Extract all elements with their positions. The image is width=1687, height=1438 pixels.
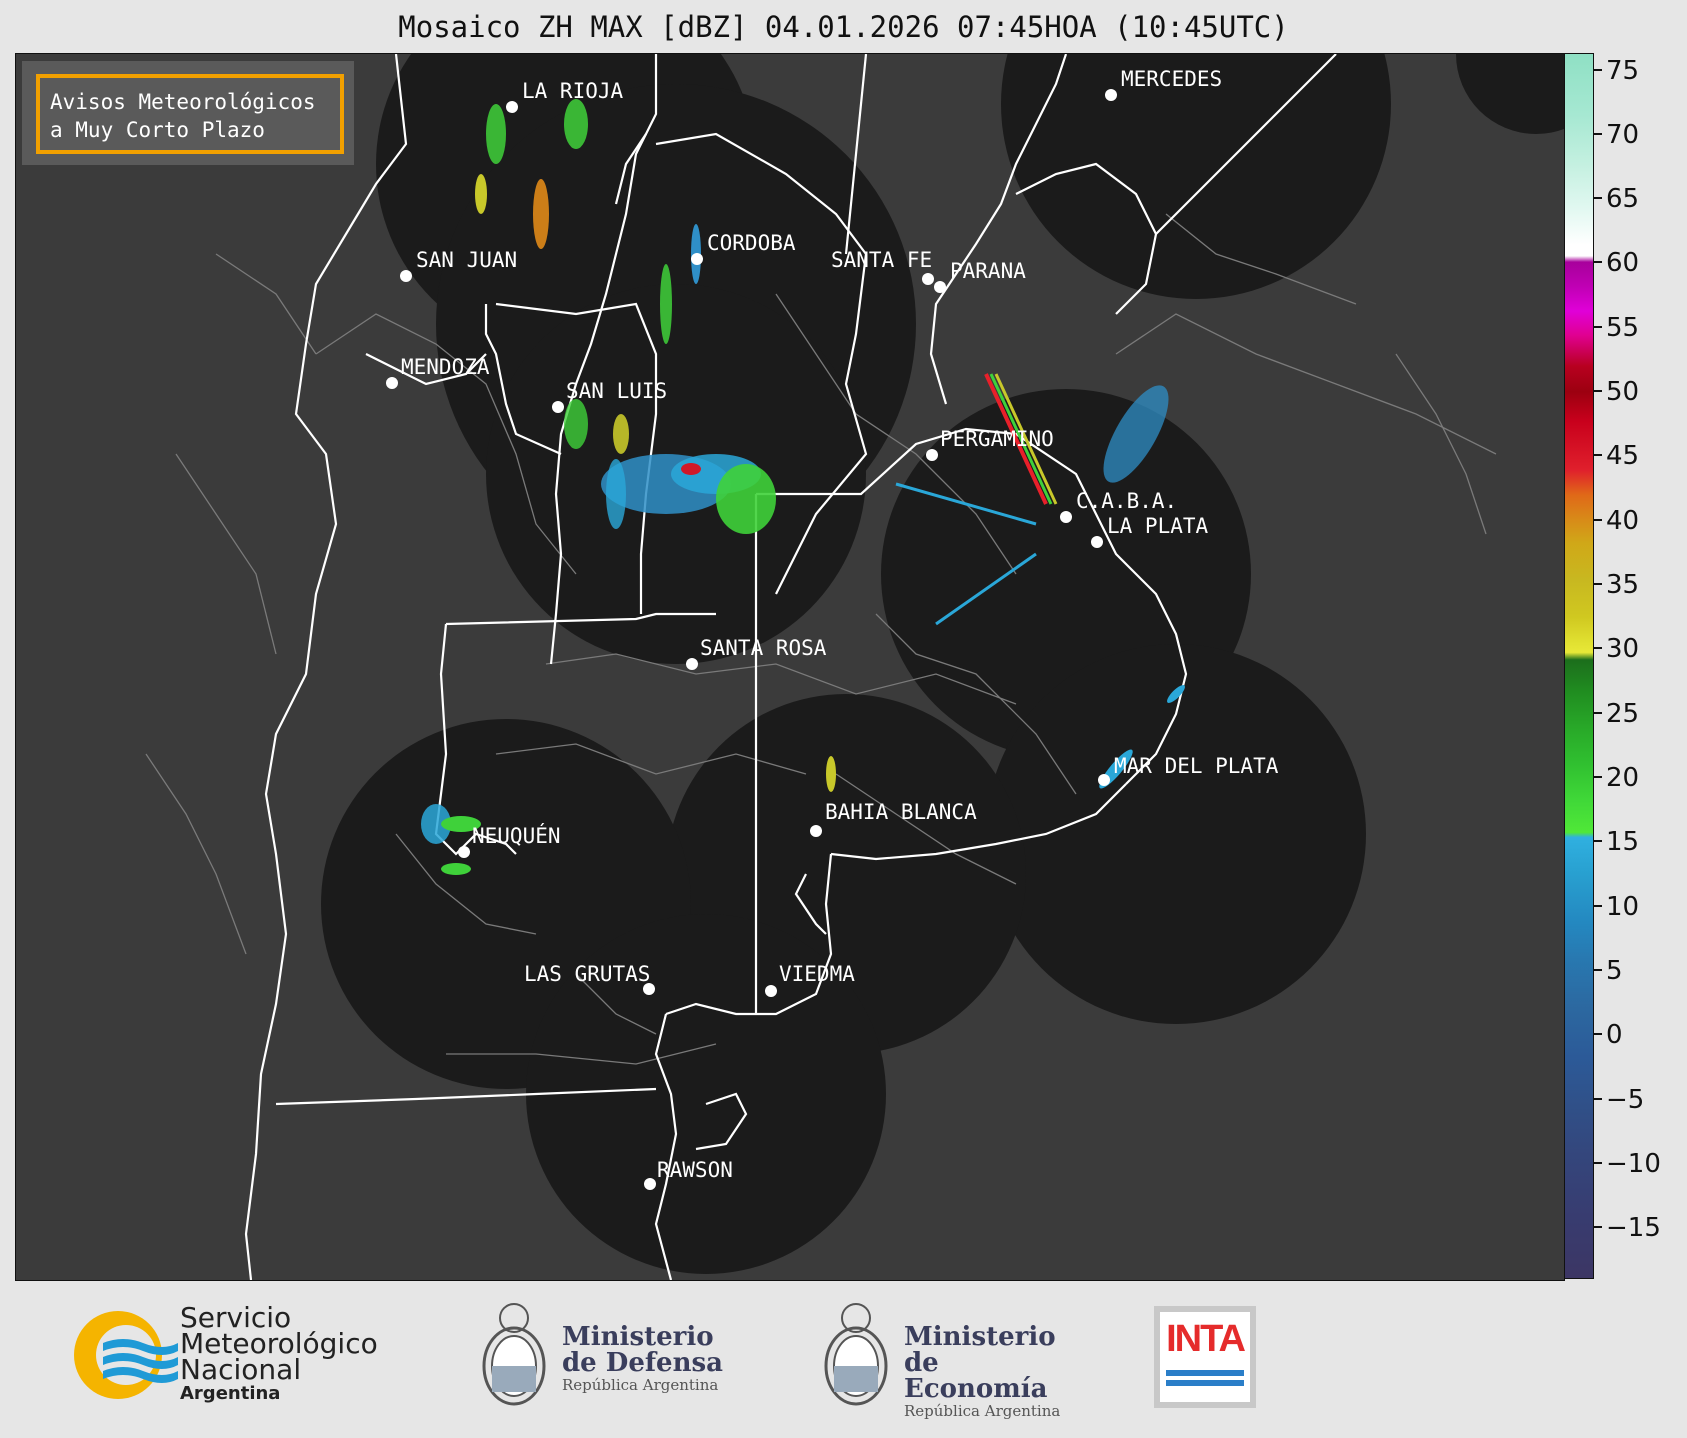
colorbar-tick <box>1594 326 1602 328</box>
colorbar-tick-label: −15 <box>1606 1213 1661 1243</box>
city-label: PERGAMINO <box>940 427 1054 451</box>
alert-badge: Avisos Meteorológicos a Muy Corto Plazo <box>22 61 354 165</box>
city-marker[interactable] <box>552 401 564 413</box>
colorbar-tick-label: 75 <box>1606 56 1640 86</box>
alert-badge-text: Avisos Meteorológicos a Muy Corto Plazo <box>50 88 316 144</box>
defensa-line2: de Defensa <box>562 1348 723 1378</box>
colorbar-tick <box>1594 1098 1602 1100</box>
smn-emblem-icon <box>74 1311 178 1399</box>
colorbar <box>1564 53 1594 1279</box>
colorbar-tick-label: 35 <box>1606 570 1640 600</box>
defensa-line1: Ministerio <box>562 1322 714 1352</box>
alert-badge-line2: a Muy Corto Plazo <box>50 118 265 142</box>
colorbar-tick <box>1594 583 1602 585</box>
smn-logo: Servicio Meteorológico Nacional Argentin… <box>68 1304 388 1405</box>
city-label: NEUQUÉN <box>472 824 561 848</box>
economia-line1: Ministerio <box>904 1322 1056 1352</box>
colorbar-tick <box>1594 776 1602 778</box>
colorbar-tick <box>1594 1033 1602 1035</box>
colorbar-tick-label: 60 <box>1606 248 1640 278</box>
city-marker[interactable] <box>765 985 777 997</box>
radar-coverage <box>321 54 1564 1274</box>
national-shield-icon <box>482 1303 546 1406</box>
city-label: SANTA ROSA <box>700 636 827 660</box>
economia-line2: de Economía <box>904 1348 1048 1404</box>
colorbar-tick-label: 70 <box>1606 120 1640 150</box>
city-label: LAS GRUTAS <box>524 962 651 986</box>
city-marker[interactable] <box>386 377 398 389</box>
colorbar-tick <box>1594 969 1602 971</box>
city-marker[interactable] <box>1098 774 1110 786</box>
city-marker[interactable] <box>686 658 698 670</box>
inta-logo: INTA <box>1154 1306 1256 1408</box>
colorbar-tick <box>1594 840 1602 842</box>
colorbar-tick-label: 50 <box>1606 377 1640 407</box>
city-label: LA PLATA <box>1107 514 1209 538</box>
colorbar-tick-label: 45 <box>1606 441 1640 471</box>
city-marker[interactable] <box>458 846 470 858</box>
colorbar-tick-label: 0 <box>1606 1020 1623 1050</box>
map-title: Mosaico ZH MAX [dBZ] 04.01.2026 07:45HOA… <box>398 10 1289 44</box>
economia-country: República Argentina <box>904 1402 1061 1420</box>
radar-map[interactable]: LA RIOJA MERCEDES SAN JUAN CORDOBA SANTA… <box>15 53 1565 1281</box>
city-marker[interactable] <box>1091 536 1103 548</box>
colorbar-tick-label: 10 <box>1606 892 1640 922</box>
economia-logo: Ministerio de Economía República Argenti… <box>820 1296 1080 1420</box>
colorbar-tick-label: 55 <box>1606 313 1640 343</box>
colorbar-tick-label: −10 <box>1606 1149 1661 1179</box>
city-label: CORDOBA <box>707 231 796 255</box>
city-marker[interactable] <box>1105 89 1117 101</box>
colorbar-tick-label: 20 <box>1606 763 1640 793</box>
alert-badge-line1: Avisos Meteorológicos <box>50 90 316 114</box>
smn-country: Argentina <box>180 1383 281 1404</box>
colorbar-tick <box>1594 197 1602 199</box>
alert-badge-frame: Avisos Meteorológicos a Muy Corto Plazo <box>36 74 344 154</box>
colorbar-tick-label: 65 <box>1606 184 1640 214</box>
colorbar-tick <box>1594 454 1602 456</box>
city-marker[interactable] <box>934 281 946 293</box>
city-label: LA RIOJA <box>522 79 624 103</box>
colorbar-tick <box>1594 712 1602 714</box>
colorbar-tick-label: 15 <box>1606 827 1640 857</box>
colorbar-tick-label: 30 <box>1606 634 1640 664</box>
city-label: PARANA <box>950 259 1026 283</box>
city-label: BAHIA BLANCA <box>825 800 977 824</box>
colorbar-tick <box>1594 905 1602 907</box>
city-label: MAR DEL PLATA <box>1114 754 1279 778</box>
city-label: SAN JUAN <box>416 248 518 272</box>
colorbar-tick-label: −5 <box>1606 1085 1645 1115</box>
colorbar-tick <box>1594 1162 1602 1164</box>
city-label: SAN LUIS <box>566 379 668 403</box>
colorbar-tick-label: 5 <box>1606 956 1623 986</box>
city-marker[interactable] <box>400 270 412 282</box>
colorbar-tick <box>1594 1226 1602 1228</box>
smn-name-line3: Nacional <box>180 1353 302 1386</box>
city-label: MERCEDES <box>1121 67 1223 91</box>
city-label: MENDOZA <box>401 355 490 379</box>
colorbar-tick <box>1594 261 1602 263</box>
national-shield-icon <box>824 1303 888 1406</box>
city-marker[interactable] <box>506 101 518 113</box>
colorbar-tick <box>1594 390 1602 392</box>
city-label: VIEDMA <box>779 962 855 986</box>
city-marker[interactable] <box>644 1178 656 1190</box>
colorbar-tick-label: 25 <box>1606 699 1640 729</box>
city-label: RAWSON <box>657 1158 733 1182</box>
city-label: C.A.B.A. <box>1076 489 1178 513</box>
city-marker[interactable] <box>926 449 938 461</box>
city-label: SANTA FE <box>831 248 933 272</box>
city-marker[interactable] <box>922 273 934 285</box>
city-marker[interactable] <box>691 253 703 265</box>
colorbar-tick-label: 40 <box>1606 506 1640 536</box>
city-marker[interactable] <box>1060 511 1072 523</box>
inta-wordmark: INTA <box>1166 1318 1246 1360</box>
colorbar-tick <box>1594 647 1602 649</box>
city-marker[interactable] <box>810 825 822 837</box>
defensa-logo: Ministerio de Defensa República Argentin… <box>478 1296 738 1416</box>
colorbar-tick <box>1594 133 1602 135</box>
colorbar-tick <box>1594 519 1602 521</box>
defensa-country: República Argentina <box>562 1376 719 1394</box>
colorbar-tick <box>1594 69 1602 71</box>
